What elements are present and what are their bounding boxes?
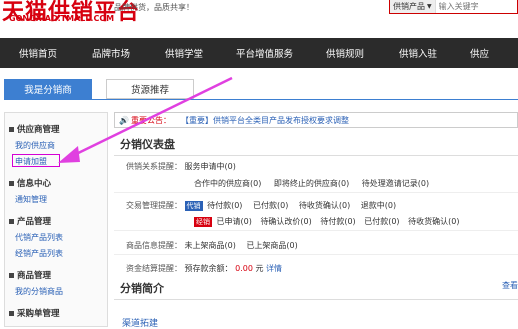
trade-refunding[interactable]: 退款中(0) (361, 201, 396, 210)
search-type-label: 供销产品 (393, 2, 425, 11)
trade-unpaid[interactable]: 待付款(0) (207, 201, 242, 210)
square-icon (9, 180, 14, 186)
notice-link[interactable]: 【重要】供销平台全类目产品发布授权要求调整 (181, 115, 349, 126)
nav-brand-market[interactable]: 品牌市场 (92, 46, 130, 60)
sidebar-title-supplier[interactable]: 供应商管理 (9, 123, 107, 135)
chevron-down-icon: ▼ (427, 3, 432, 10)
trade-paid[interactable]: 已付款(0) (253, 201, 288, 210)
consign-badge: 代销 (184, 201, 203, 211)
search-type-select[interactable]: 供销产品 ▼ (390, 0, 436, 13)
supply-row-1: 供销关系提醒： 服务申请中(0) (126, 161, 236, 172)
tab-recommend[interactable]: 货源推荐 (106, 79, 194, 99)
sidebar-title-label: 商品管理 (17, 271, 52, 281)
dashboard-title-bar: 分销仪表盘 (114, 136, 518, 156)
slogan: 品牌供货，品质共享！ (114, 3, 194, 12)
sidebar-title-info[interactable]: 信息中心 (9, 177, 107, 189)
dashboard-title: 分销仪表盘 (120, 138, 175, 151)
intro-more-link[interactable]: 查看 (502, 280, 518, 296)
sidebar-item-my-goods[interactable]: 我的分销商品 (15, 286, 107, 297)
fund-unit: 元 (255, 264, 264, 273)
sidebar-title-products[interactable]: 产品管理 (9, 215, 107, 227)
sidebar-title-label: 供应商管理 (17, 125, 60, 135)
fund-amount: 0.00 (235, 264, 253, 273)
fund-row: 资金结算提醒： 预存款余额： 0.00 元 详情 (126, 263, 282, 274)
square-icon (9, 310, 14, 316)
sidebar-group-info: 信息中心 通知管理 (9, 177, 107, 205)
sidebar-item-notifications[interactable]: 通知管理 (15, 194, 107, 205)
nav-home[interactable]: 供销首页 (19, 46, 57, 60)
trade-row-1: 交易管理提醒： 代销 待付款(0) 已付款(0) 待收货确认(0) 退款中(0) (126, 200, 396, 211)
search-bar: 供销产品 ▼ (389, 0, 518, 14)
sidebar-group-goods: 商品管理 我的分销商品 (9, 269, 107, 297)
fund-label: 资金结算提醒： (126, 264, 182, 273)
search-input[interactable] (435, 2, 496, 11)
supply-cooperating[interactable]: 合作中的供应商(0) (194, 179, 261, 188)
goods-row: 商品信息提醒： 未上架商品(0) 已上架商品(0) (126, 240, 298, 251)
nav-join[interactable]: 供销入驻 (399, 46, 437, 60)
nav-more[interactable]: 供应 (470, 46, 489, 60)
sidebar-title-label: 产品管理 (17, 217, 52, 227)
intro-title: 分销简介 (120, 282, 164, 295)
supply-invites[interactable]: 待处理邀请记录(0) (362, 179, 429, 188)
role-tabs: 我是分销商 货源推荐 (4, 79, 208, 99)
sidebar-group-products: 产品管理 代销产品列表 经销产品列表 (9, 215, 107, 259)
notice-bar: 🔊 重要公告： 【重要】供销平台全类目产品发布授权要求调整 (114, 112, 518, 128)
fund-prefix: 预存款余额： (184, 264, 233, 273)
sidebar-item-dealer-products[interactable]: 经销产品列表 (15, 248, 107, 259)
trade-await-receipt[interactable]: 待收货确认(0) (299, 201, 350, 210)
sidebar-item-my-suppliers[interactable]: 我的供应商 (15, 140, 107, 151)
highlight-box (12, 154, 60, 167)
supply-applying[interactable]: 服务申请中(0) (185, 162, 236, 171)
sidebar-title-goods[interactable]: 商品管理 (9, 269, 107, 281)
nav-value-services[interactable]: 平台增值服务 (236, 46, 293, 60)
square-icon (9, 126, 14, 132)
supply-row-2: 合作中的供应商(0) 即将终止的供应商(0) 待处理邀请记录(0) (194, 178, 429, 189)
divider (114, 192, 518, 193)
sidebar-title-label: 信息中心 (17, 179, 52, 189)
trade-paid-2[interactable]: 已付款(0) (364, 217, 399, 226)
goods-listed[interactable]: 已上架商品(0) (246, 241, 297, 250)
speaker-icon: 🔊 (119, 115, 129, 125)
trade-row-2: 经销 已申请(0) 待确认改价(0) 待付款(0) 已付款(0) 待收货确认(0… (194, 216, 459, 227)
trade-unpaid-2[interactable]: 待付款(0) (320, 217, 355, 226)
tab-underline (4, 99, 518, 100)
sidebar: 供应商管理 我的供应商 申请加盟 信息中心 通知管理 产品管理 代销产品列表 经… (4, 112, 108, 327)
square-icon (9, 272, 14, 278)
sidebar-title-label: 采购单管理 (17, 309, 60, 319)
supply-ending[interactable]: 即将终止的供应商(0) (274, 179, 349, 188)
logo-domain: GONGXIAO.TMALL.COM (9, 14, 115, 23)
square-icon (9, 218, 14, 224)
trade-applied[interactable]: 已申请(0) (217, 217, 252, 226)
supply-label: 供销关系提醒： (126, 162, 182, 171)
trade-await-receipt-2[interactable]: 待收货确认(0) (408, 217, 459, 226)
sidebar-item-consign-products[interactable]: 代销产品列表 (15, 232, 107, 243)
trade-price-confirm[interactable]: 待确认改价(0) (260, 217, 311, 226)
sidebar-title-purchase[interactable]: 采购单管理 (9, 307, 107, 319)
goods-label: 商品信息提醒： (126, 241, 182, 250)
notice-label: 重要公告： (130, 115, 171, 125)
tab-distributor[interactable]: 我是分销商 (4, 79, 92, 99)
dealer-badge: 经销 (194, 217, 212, 227)
divider (114, 254, 518, 255)
main-content: 🔊 重要公告： 【重要】供销平台全类目产品发布授权要求调整 分销仪表盘 供销关系… (114, 112, 518, 329)
trade-label: 交易管理提醒： (126, 201, 182, 210)
intro-sub: 渠道拓建 (122, 319, 159, 329)
divider (114, 230, 518, 231)
sidebar-group-purchase: 采购单管理 (9, 307, 107, 319)
nav-rules[interactable]: 供销规则 (326, 46, 364, 60)
nav-school[interactable]: 供销学堂 (165, 46, 203, 60)
header: 天猫供销平台 GONGXIAO.TMALL.COM 品牌供货，品质共享！ 供销产… (0, 0, 518, 38)
main-nav: 供销首页 品牌市场 供销学堂 平台增值服务 供销规则 供销入驻 供应 (0, 38, 518, 68)
intro-title-bar: 分销简介 查看 (114, 280, 518, 300)
goods-unlisted[interactable]: 未上架商品(0) (185, 241, 236, 250)
fund-detail-link[interactable]: 详情 (266, 264, 282, 273)
